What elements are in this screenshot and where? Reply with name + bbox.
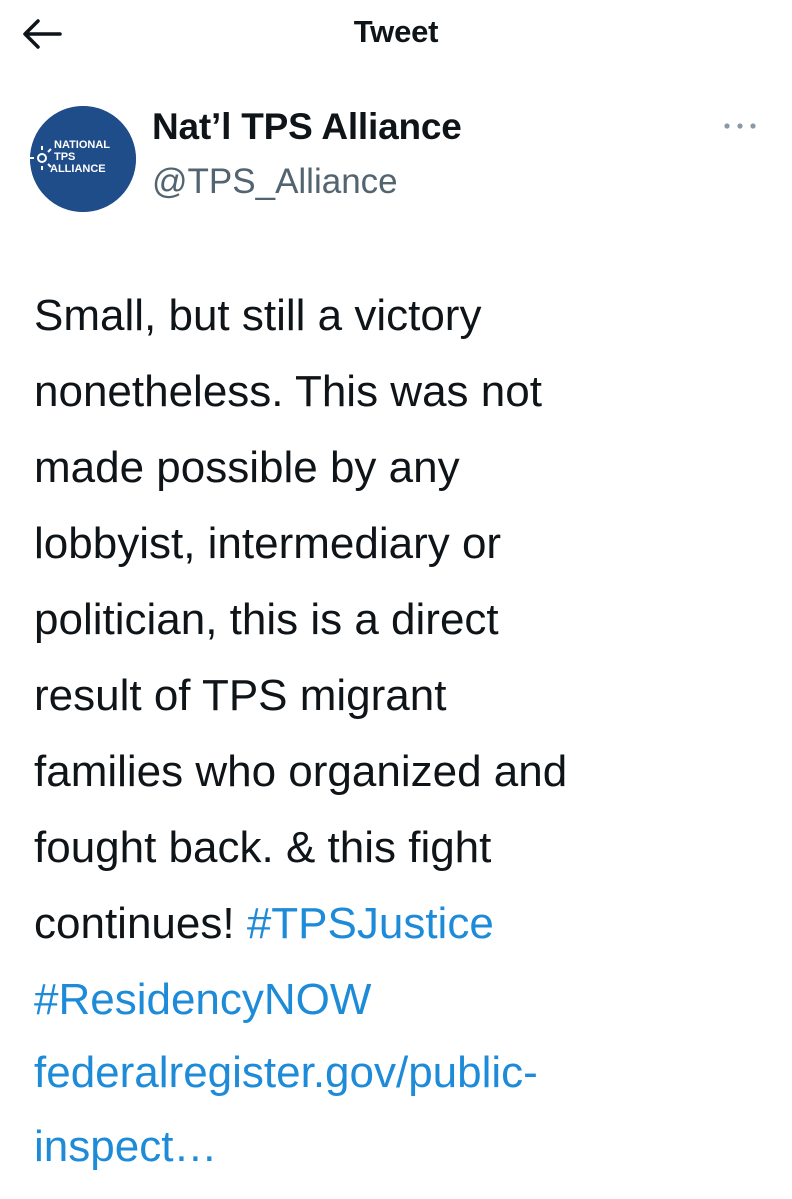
- tweet-line: fought back. & this fight: [34, 823, 492, 872]
- tweet-line: nonetheless. This was not: [34, 367, 542, 416]
- logo-line-national: NATIONAL: [54, 139, 110, 151]
- link-line[interactable]: federalregister.gov/public-: [34, 1036, 764, 1110]
- author-name[interactable]: Nat’l TPS Alliance: [152, 106, 462, 148]
- author-handle[interactable]: @TPS_Alliance: [152, 162, 398, 202]
- logo-line-tps: TPS: [54, 151, 75, 163]
- tweet-line: families who organized and: [34, 747, 568, 796]
- tweet-text: Small, but still a victory nonetheless. …: [34, 278, 764, 1038]
- more-horizontal-icon: [724, 123, 756, 129]
- page-title: Tweet: [353, 14, 439, 49]
- tweet-line: Small, but still a victory: [34, 291, 482, 340]
- tweet-line: politician, this is a direct: [34, 595, 499, 644]
- tweet-line: made possible by any: [34, 443, 460, 492]
- tweet-link[interactable]: federalregister.gov/public- inspect…: [34, 1036, 764, 1184]
- hashtag-residencynow[interactable]: #ResidencyNOW: [34, 975, 371, 1024]
- hashtag-tpsjustice[interactable]: #TPSJustice: [247, 899, 494, 948]
- top-bar: Tweet: [0, 0, 792, 72]
- tps-alliance-logo: NATIONAL TPS ALLIANCE: [30, 106, 136, 212]
- more-button[interactable]: [720, 112, 760, 140]
- logo-line-alliance: ALLIANCE: [50, 163, 106, 175]
- tweet-line: lobbyist, intermediary or: [34, 519, 502, 568]
- avatar[interactable]: NATIONAL TPS ALLIANCE: [30, 106, 136, 212]
- tweet-line: continues!: [34, 899, 247, 948]
- link-line[interactable]: inspect…: [34, 1110, 764, 1184]
- tweet-line: result of TPS migrant: [34, 671, 447, 720]
